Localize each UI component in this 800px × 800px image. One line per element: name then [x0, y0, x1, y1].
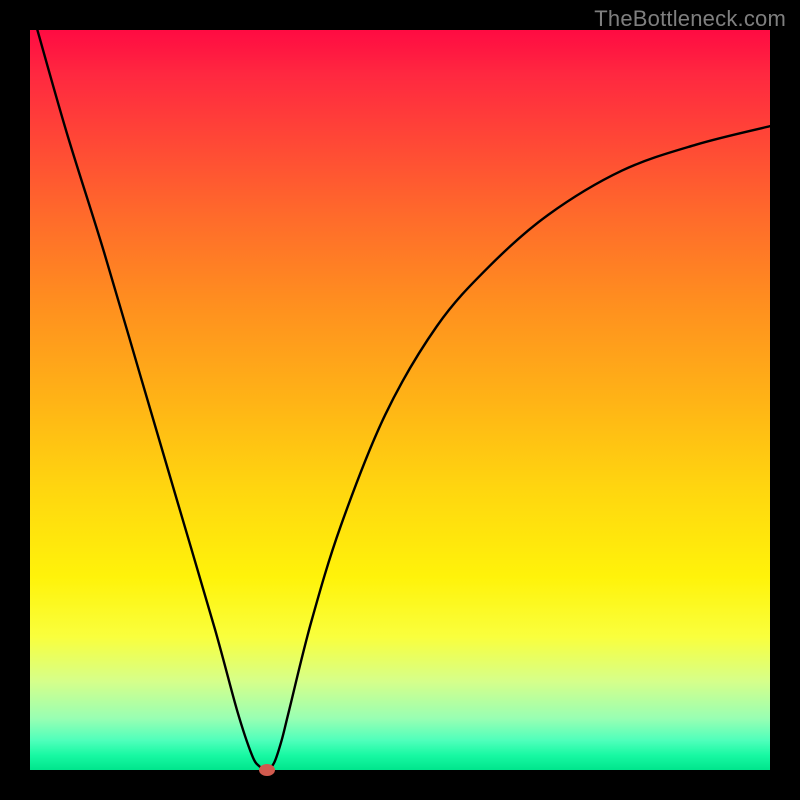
curve-svg [30, 30, 770, 770]
watermark-text: TheBottleneck.com [594, 6, 786, 32]
chart-frame: TheBottleneck.com [0, 0, 800, 800]
plot-area [30, 30, 770, 770]
bottleneck-curve [37, 30, 770, 770]
minimum-marker [259, 764, 275, 776]
